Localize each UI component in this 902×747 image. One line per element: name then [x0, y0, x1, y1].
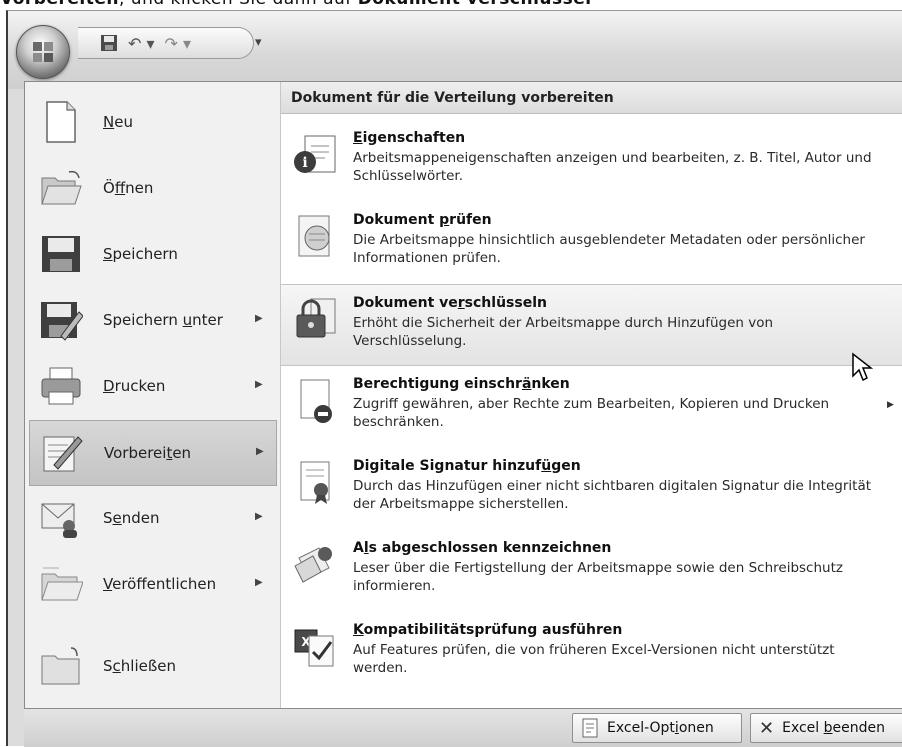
office-menu-commands: Neu Öffnen Speichern Speichern unter ▶ D…	[25, 82, 281, 708]
doc-text-bold-2: Dokument verschlüssel	[358, 0, 592, 9]
title-bar: ↶ ▾ ↷ ▾ ▾	[8, 11, 902, 89]
doc-text-bold-1: Vorbereiten	[0, 0, 119, 9]
options-icon	[582, 718, 598, 738]
exit-excel-button[interactable]: ✕ Excel beenden	[750, 713, 902, 743]
customize-qat-icon[interactable]: ▾	[255, 35, 262, 50]
submenu-arrow-icon: ▶	[255, 379, 263, 390]
submenu-item-compatibility-check[interactable]: X Kompatibilitätsprüfung ausführen Auf F…	[281, 612, 902, 694]
printer-icon	[41, 367, 81, 405]
excel-options-button[interactable]: Excel-Optionen	[572, 713, 742, 743]
menu-item-publish[interactable]: Veröffentlichen ▶	[29, 552, 277, 618]
mouse-pointer-icon	[852, 352, 873, 382]
undo-icon[interactable]: ↶ ▾	[128, 34, 155, 53]
submenu-arrow-icon: ▶	[256, 446, 264, 457]
restrict-permission-icon	[300, 379, 332, 423]
svg-text:i: i	[302, 155, 307, 171]
submenu-item-description: Leser über die Fertigstellung der Arbeit…	[353, 560, 843, 594]
compatibility-check-icon: X	[294, 629, 334, 667]
save-disk-icon	[42, 236, 80, 272]
menu-item-send[interactable]: Senden ▶	[29, 486, 277, 552]
menu-item-close[interactable]: Schließen	[29, 634, 277, 700]
menu-item-new[interactable]: Neu	[29, 90, 277, 156]
digital-signature-icon	[300, 461, 330, 504]
exit-x-icon: ✕	[759, 717, 775, 739]
submenu-item-description: Die Arbeitsmappe hinsichtlich ausgeblend…	[353, 232, 865, 266]
menu-item-print[interactable]: Drucken ▶	[29, 354, 277, 420]
submenu-item-description: Zugriff gewähren, aber Rechte zum Bearbe…	[353, 396, 830, 430]
publish-icon	[41, 567, 83, 601]
submenu-item-mark-final[interactable]: Als abgeschlossen kennzeichnen Leser übe…	[281, 530, 902, 612]
prepare-icon	[43, 436, 83, 472]
submenu-item-description: Durch das Hinzufügen einer nicht sichtba…	[353, 478, 872, 512]
submenu-item-description: Auf Features prüfen, die von früheren Ex…	[353, 642, 835, 676]
menu-item-save[interactable]: Speichern	[29, 222, 277, 288]
office-menu-footer: Excel-Optionen ✕ Excel beenden	[24, 709, 902, 747]
menu-item-prepare[interactable]: Vorbereiten ▶	[29, 420, 277, 486]
menu-item-save-as[interactable]: Speichern unter ▶	[29, 288, 277, 354]
submenu-arrow-icon: ▶	[255, 577, 263, 588]
submenu-item-properties[interactable]: i Eigenschaften Arbeitsmappeneigenschaft…	[281, 120, 902, 202]
mark-final-icon	[294, 547, 332, 583]
prepare-submenu: Dokument für die Verteilung vorbereiten …	[281, 82, 902, 708]
submenu-item-digital-signature[interactable]: Digitale Signatur hinzufügen Durch das H…	[281, 448, 902, 530]
office-logo-icon	[33, 42, 53, 62]
send-icon	[41, 503, 77, 538]
encrypt-lock-icon	[296, 298, 336, 338]
save-as-icon	[41, 302, 83, 341]
quick-access-toolbar: ↶ ▾ ↷ ▾	[78, 27, 254, 59]
submenu-item-inspect[interactable]: Dokument prüfen Die Arbeitsmappe hinsich…	[281, 202, 902, 284]
submenu-arrow-icon: ▶	[255, 511, 263, 522]
menu-item-open[interactable]: Öffnen	[29, 156, 277, 222]
new-document-icon	[46, 101, 76, 143]
doc-text-plain: , und klicken Sie dann auf	[119, 0, 358, 9]
submenu-item-description: Arbeitsmappeneigenschaften anzeigen und …	[353, 150, 872, 184]
excel-window: ↶ ▾ ↷ ▾ ▾ Neu Öffnen Speichern Speichern…	[6, 10, 902, 747]
inspect-document-icon	[298, 215, 330, 257]
submenu-item-encrypt[interactable]: Dokument verschlüsseln Erhöht die Sicher…	[281, 284, 902, 366]
office-menu: Neu Öffnen Speichern Speichern unter ▶ D…	[24, 81, 902, 709]
close-folder-icon	[41, 647, 80, 685]
save-icon[interactable]	[100, 34, 118, 52]
office-button[interactable]	[16, 25, 70, 79]
submenu-arrow-icon: ▶	[255, 313, 263, 324]
redo-icon[interactable]: ↷ ▾	[165, 34, 192, 53]
submenu-item-description: Erhöht die Sicherheit der Arbeitsmappe d…	[353, 315, 774, 349]
submenu-arrow-icon: ▶	[887, 400, 894, 410]
properties-icon: i	[294, 135, 336, 173]
open-folder-icon	[41, 170, 82, 205]
submenu-header: Dokument für die Verteilung vorbereiten	[281, 82, 902, 114]
submenu-item-restrict-permission[interactable]: Berechtigung einschränken Zugriff gewähr…	[281, 366, 902, 448]
